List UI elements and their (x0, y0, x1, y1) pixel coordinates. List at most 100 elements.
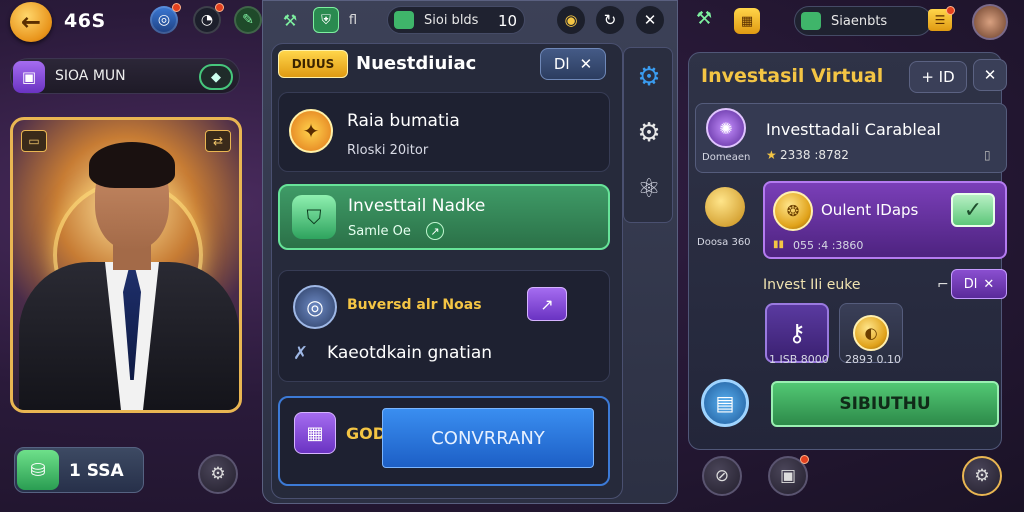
convert-button[interactable]: CONVRRANY (382, 408, 594, 468)
key-icon: ⚷ (788, 319, 806, 347)
virtual-title: Investasil Virtual (701, 65, 884, 87)
chart-icon[interactable]: ↗ (527, 287, 567, 321)
virtual-investment-panel: Investasil Virtual + ID ✕ ✺ Domeaen Inve… (688, 52, 1007, 450)
wallet-icon: ▣ (13, 61, 45, 93)
investment-content: DIUUS Nuestdiuiac Dl ✕ ✦ Raia bumatia Rl… (271, 43, 623, 499)
option-card-3[interactable]: ◎ Buversd alr Noas ↗ ✗ Kaeotdkain gnatia… (278, 270, 610, 382)
opportunity-card[interactable]: ❂ Oulent IDaps ✓ ▮▮ 055 :4 :3860 (763, 181, 1007, 259)
tools-icon[interactable]: ⚒ (696, 8, 712, 29)
close-icon[interactable]: ✕ (635, 5, 665, 35)
swap-icon[interactable]: ⇄ (205, 130, 231, 152)
right-coins-label: Siaenbts (831, 14, 888, 29)
option-card-3-line2: Kaeotdkain gnatian (327, 343, 493, 363)
no-lock-icon[interactable]: ⊘ (702, 456, 742, 496)
shield-icon[interactable]: ⛨ (313, 7, 339, 33)
invest-tag: Dl (963, 276, 978, 292)
option-card-1[interactable]: ✦ Raia bumatia Rloski 20itor (278, 92, 610, 172)
submit-button[interactable]: SIBIUTHU (771, 381, 999, 427)
avatar-portrait: ▭ ⇄ (10, 117, 242, 413)
gear-icon[interactable]: ⚙ (198, 454, 238, 494)
opportunity-title: Oulent IDaps (821, 201, 919, 219)
coin-stack-icon (705, 187, 745, 227)
player-name: SIOA MUN (55, 68, 126, 84)
opportunity-value: 055 :4 :3860 (793, 239, 864, 252)
right-coins-pill[interactable]: Siaenbts (794, 6, 932, 36)
camera-icon[interactable]: ▣ (768, 455, 809, 496)
coins-label: Sioi blds (424, 13, 479, 28)
dismiss-button[interactable]: Dl ✕ (540, 48, 606, 80)
coin-icon: ❂ (773, 191, 813, 231)
coins-value: 10 (498, 12, 518, 30)
shield-icon: ⛉ (292, 195, 336, 239)
target-icon: ✺ (706, 108, 746, 148)
score-counter: 46S (64, 10, 106, 32)
gem-icon (801, 12, 821, 30)
option-card-2[interactable]: ⛉ Investtail Nadke Samle Oe ↗ (278, 184, 610, 250)
panel-title: Nuestdiuiac (356, 53, 477, 74)
invest-filter-button[interactable]: Dl ✕ (951, 269, 1007, 299)
option-card-4[interactable]: ▦ GOD CONVRRANY (278, 396, 610, 486)
category-tag[interactable]: DIUUS (278, 50, 348, 78)
clock-icon[interactable]: ◔ (193, 3, 224, 34)
coin-icon: ◐ (853, 315, 889, 351)
investment-panel: ⚒ ⛨ fl Sioi blds 10 ◉ ↻ ✕ DIUUS Nuestdiu… (262, 0, 678, 504)
invest-label: Invest IIi euke (763, 277, 861, 293)
coin-stack-label: Doosa 360 (697, 237, 751, 248)
option-card-1-title: Raia bumatia (347, 111, 460, 131)
bracket-icon: ⌐ (937, 277, 949, 293)
add-button[interactable]: + ID (909, 61, 967, 93)
leaf-icon[interactable]: ✎ (234, 6, 262, 34)
option-card-1-subtitle: Rloski 20itor (347, 143, 429, 158)
option-card-4-badge: GOD (346, 424, 387, 443)
cash-button[interactable]: ⛁ 1 SSA (14, 447, 144, 493)
item-2-value: 2893 0.10 (845, 353, 901, 366)
arrow-badge-icon: ↗ (426, 222, 444, 240)
left-panel: ← 46S ◎ ◔ ✎ ▣ SIOA MUN ◆ ▭ ⇄ ⛁ 1 SSA ⚙ (0, 0, 262, 512)
cash-value: 1 SSA (69, 461, 124, 481)
shop-icon[interactable]: ▦ (734, 8, 760, 34)
portfolio-title: Investtadali Carableal (766, 120, 941, 139)
close-icon: ✕ (579, 55, 593, 73)
document-icon[interactable]: ▤ (701, 379, 749, 427)
refresh-icon[interactable]: ↻ (595, 5, 625, 35)
atom-icon[interactable]: ⚛ (626, 164, 672, 214)
item-1-value: 1 ISB 8000 (769, 353, 829, 366)
mid-topbar: ⚒ ⛨ fl Sioi blds 10 ◉ ↻ ✕ (263, 1, 677, 41)
chest-icon: ▦ (294, 412, 336, 454)
option-card-3-title: Buversd alr Noas (347, 297, 482, 313)
option-card-2-title: Investtail Nadke (348, 196, 486, 216)
portfolio-owner: Domeaen (702, 152, 751, 163)
info-icon[interactable]: ▯ (984, 148, 991, 162)
basket-icon: ⛁ (17, 450, 59, 490)
portfolio-value: 2338 :8782 (780, 148, 849, 162)
close-icon[interactable]: ✕ (973, 59, 1007, 91)
search-icon: ◎ (293, 285, 337, 329)
tools-icon: ✗ (293, 343, 309, 364)
card-icon[interactable]: ▭ (21, 130, 47, 152)
globe-icon[interactable]: ◎ (150, 3, 181, 34)
bulb-icon: ✦ (289, 109, 333, 153)
gear-icon[interactable]: ⚙ (626, 52, 672, 102)
star-icon: ★ (766, 148, 777, 162)
bars-icon: ▮▮ (773, 239, 785, 250)
tools-icon[interactable]: ⚒ (275, 7, 305, 33)
coins-pill[interactable]: Sioi blds 10 (387, 6, 525, 34)
settings-icon[interactable]: ⚙ (626, 108, 672, 158)
toggle-icon[interactable]: ◆ (199, 64, 233, 90)
player-name-bar[interactable]: ▣ SIOA MUN ◆ (10, 58, 240, 94)
top-chip-label: fl (348, 12, 358, 28)
option-card-2-subtitle: Samle Oe (348, 224, 411, 239)
dismiss-prefix: Dl (553, 55, 570, 73)
side-toolbar: ⚙ ⚙ ⚛ (623, 47, 673, 223)
profile-avatar[interactable] (972, 4, 1008, 40)
coin-icon[interactable]: ◉ (556, 5, 586, 35)
checkmark-icon[interactable]: ✓ (951, 193, 995, 227)
settings-icon[interactable]: ⚙ (962, 456, 1002, 496)
right-topbar: ⚒ ▦ Siaenbts ☰ (680, 0, 1024, 44)
gem-icon (394, 11, 414, 29)
right-panel: ⚒ ▦ Siaenbts ☰ Investasil Virtual + ID ✕… (680, 0, 1024, 512)
back-arrow-icon[interactable]: ← (10, 2, 52, 42)
portfolio-card[interactable]: ✺ Domeaen Investtadali Carableal ★ 2338 … (695, 103, 1007, 173)
ledger-icon[interactable]: ☰ (928, 6, 955, 31)
close-icon: ✕ (983, 276, 995, 292)
